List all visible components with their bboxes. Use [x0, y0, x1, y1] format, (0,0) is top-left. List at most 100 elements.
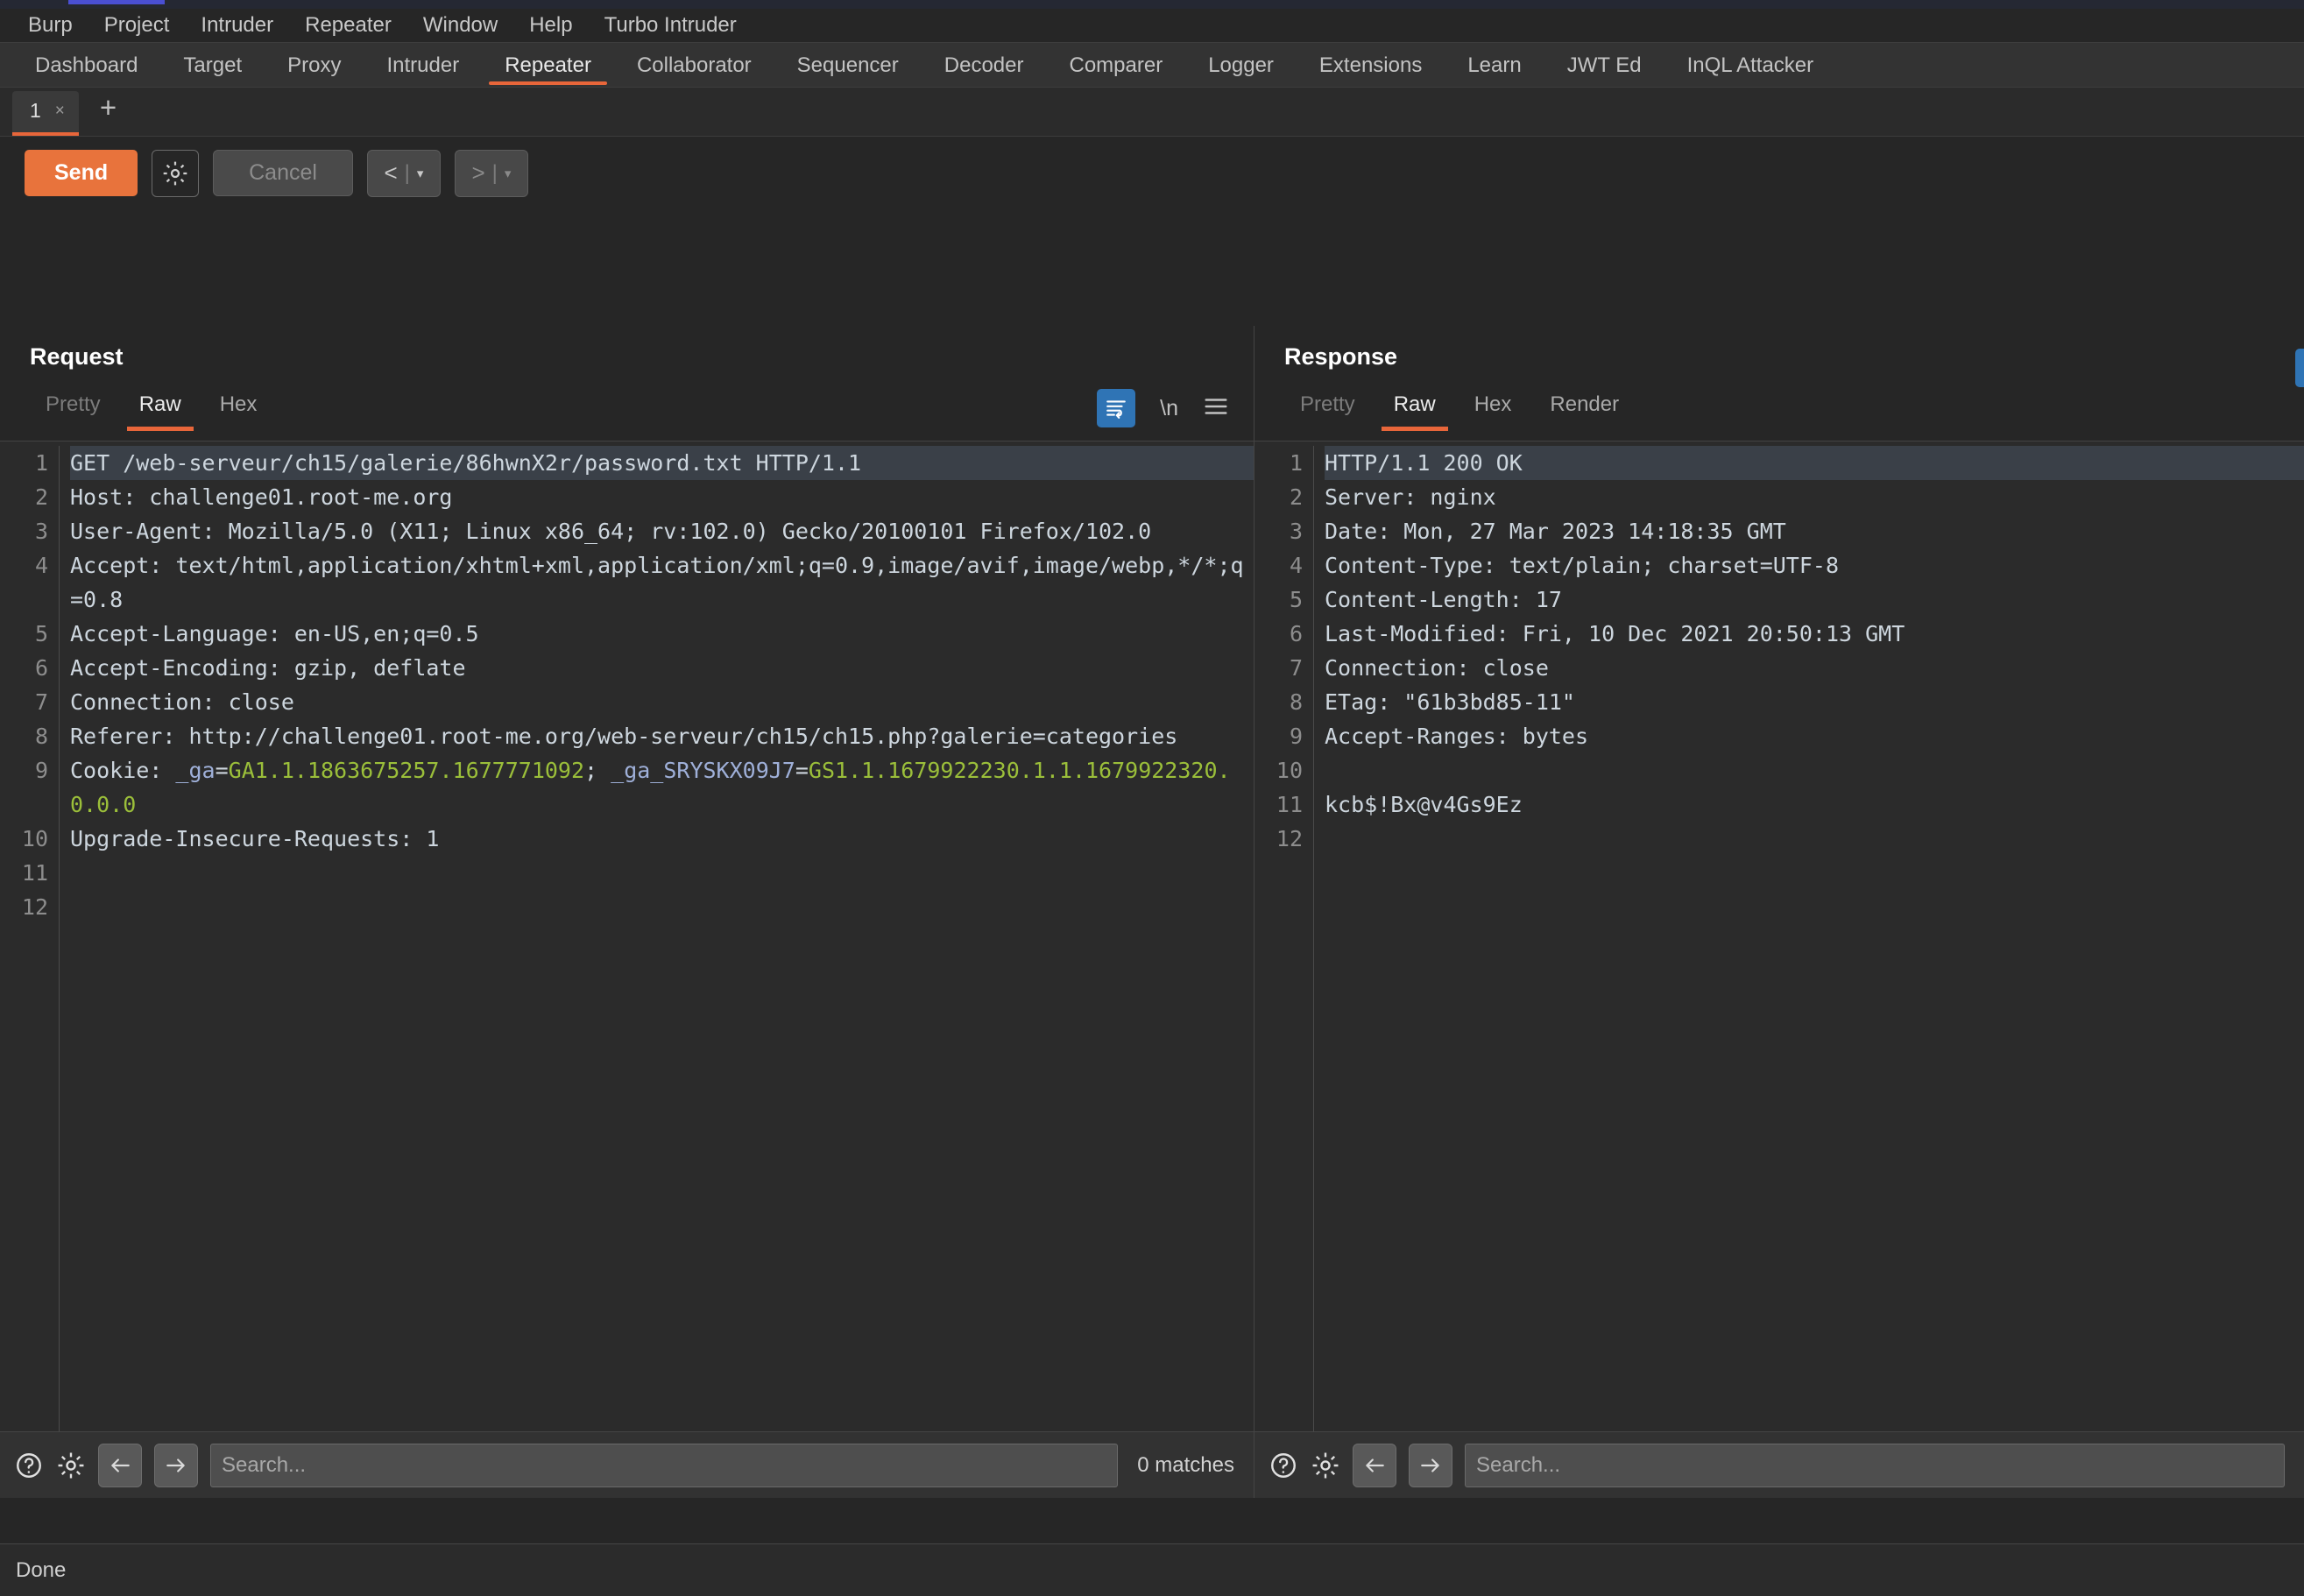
menu-item-repeater[interactable]: Repeater — [289, 11, 407, 39]
response-subtabs: Pretty Raw Hex Render — [1254, 387, 2304, 441]
help-icon[interactable] — [1269, 1451, 1298, 1480]
main-tab-bar: Dashboard Target Proxy Intruder Repeater Coll… — [0, 42, 2304, 87]
request-code[interactable]: GET /web-serveur/ch15/galerie/86hwnX2r/p… — [60, 446, 1254, 1431]
response-code[interactable]: HTTP/1.1 200 OK Server: nginx Date: Mon, 2… — [1314, 446, 2304, 1431]
close-icon[interactable]: × — [55, 102, 65, 121]
response-subtab-pretty[interactable]: Pretty — [1281, 387, 1375, 431]
request-subtab-pretty[interactable]: Pretty — [26, 387, 120, 431]
response-line-number: 5 — [1289, 587, 1303, 612]
forward-button[interactable]: > | ▾ — [454, 149, 528, 197]
menu-item-turbo-intruder[interactable]: Turbo Intruder — [589, 11, 753, 39]
request-subtab-raw[interactable]: Raw — [120, 387, 201, 431]
menu-item-help[interactable]: Help — [513, 11, 588, 39]
request-code-line: Accept-Encoding: gzip, deflate — [70, 655, 466, 681]
tab-repeater[interactable]: Repeater — [482, 43, 614, 87]
response-line-number: 11 — [1276, 792, 1303, 817]
response-code-line: ETag: "61b3bd85-11" — [1325, 689, 1575, 715]
tab-extensions[interactable]: Extensions — [1297, 43, 1445, 87]
menu-item-burp[interactable]: Burp — [12, 11, 88, 39]
tab-target[interactable]: Target — [160, 43, 265, 87]
request-search-bar: 0 matches — [0, 1431, 1254, 1498]
tab-sequencer[interactable]: Sequencer — [774, 43, 922, 87]
request-cookie-token: GA1.1.1863675257.1677771092 — [228, 758, 585, 783]
request-code-line: User-Agent: Mozilla/5.0 (X11; Linux x86_… — [70, 519, 1152, 544]
menu-item-project[interactable]: Project — [88, 11, 186, 39]
newline-toggle-icon[interactable]: \n — [1160, 396, 1178, 421]
request-code-line: Upgrade-Insecure-Requests: 1 — [70, 826, 440, 851]
help-icon[interactable] — [14, 1451, 44, 1480]
response-code-line: HTTP/1.1 200 OK — [1325, 446, 2304, 480]
tab-inql-attacker[interactable]: InQL Attacker — [1664, 43, 1837, 87]
window-title-strip — [0, 0, 2304, 9]
search-next-button[interactable] — [154, 1443, 198, 1487]
response-line-number: 10 — [1276, 758, 1303, 783]
search-next-button[interactable] — [1409, 1443, 1452, 1487]
response-search-input[interactable] — [1465, 1443, 2285, 1487]
word-wrap-icon[interactable] — [1097, 389, 1136, 427]
search-prev-button[interactable] — [1353, 1443, 1396, 1487]
window-accent-nub — [68, 0, 165, 4]
request-line-number: 9 — [34, 758, 48, 783]
menu-item-intruder[interactable]: Intruder — [185, 11, 289, 39]
back-button[interactable]: < | ▾ — [366, 149, 441, 197]
tab-logger[interactable]: Logger — [1185, 43, 1297, 87]
menu-bar: Burp Project Intruder Repeater Window Help Tur… — [0, 9, 2304, 42]
request-pane: Request Pretty Raw Hex \n 1 2 3 4 5 6 7 … — [0, 326, 1254, 1498]
add-tab-button[interactable]: + — [79, 91, 134, 122]
request-code-line: GET /web-serveur/ch15/galerie/86hwnX2r/p… — [70, 446, 1254, 480]
gear-icon[interactable] — [56, 1451, 86, 1480]
request-line-number: 1 — [34, 450, 48, 476]
menu-item-window[interactable]: Window — [407, 11, 513, 39]
response-word-wrap-icon[interactable] — [2295, 349, 2304, 387]
request-line-number: 2 — [34, 484, 48, 510]
request-code-line: Host: challenge01.root-me.org — [70, 484, 453, 510]
chevron-down-icon: ▾ — [416, 166, 424, 181]
tab-learn[interactable]: Learn — [1445, 43, 1544, 87]
request-title: Request — [30, 343, 124, 370]
response-line-number: 8 — [1289, 689, 1303, 715]
nav-separator: | — [404, 160, 410, 185]
tab-decoder[interactable]: Decoder — [922, 43, 1047, 87]
request-view-tools: \n — [1097, 389, 1229, 427]
tab-intruder[interactable]: Intruder — [364, 43, 482, 87]
request-cookie-token: = — [795, 758, 809, 783]
response-code-line: Content-Type: text/plain; charset=UTF-8 — [1325, 553, 1839, 578]
response-editor[interactable]: 1 2 3 4 5 6 7 8 9 10 11 12 HTTP/1.1 200 OK Server: n… — [1254, 441, 2304, 1431]
request-cookie-token: Cookie: — [70, 758, 176, 783]
response-subtab-render[interactable]: Render — [1530, 387, 1638, 431]
request-line-number: 10 — [21, 826, 48, 851]
repeater-tab-label: 1 — [30, 99, 41, 122]
gear-icon[interactable] — [152, 149, 200, 197]
hamburger-menu-icon[interactable] — [1203, 395, 1229, 422]
burp-suite-window: Burp Project Intruder Repeater Window Help Tur… — [0, 0, 2304, 1596]
response-code-line — [1325, 822, 2304, 856]
request-editor[interactable]: 1 2 3 4 5 6 7 8 9 10 11 12 GET /web-serveur/ch15/ga… — [0, 441, 1254, 1431]
request-code-line: Accept-Language: en-US,en;q=0.5 — [70, 621, 479, 646]
response-subtab-hex[interactable]: Hex — [1455, 387, 1531, 431]
cancel-button[interactable]: Cancel — [213, 150, 353, 196]
forward-chevron-icon: > — [471, 159, 485, 186]
request-search-input[interactable] — [210, 1443, 1119, 1487]
gear-icon[interactable] — [1311, 1451, 1340, 1480]
response-code-line: Connection: close — [1325, 655, 1549, 681]
response-subtab-raw[interactable]: Raw — [1375, 387, 1455, 431]
tab-proxy[interactable]: Proxy — [265, 43, 364, 87]
request-line-number: 11 — [21, 860, 48, 886]
request-line-number: 3 — [34, 519, 48, 544]
repeater-tab-1[interactable]: 1 × — [12, 91, 79, 136]
response-title: Response — [1284, 343, 1398, 370]
request-subtab-hex[interactable]: Hex — [201, 387, 277, 431]
request-subtabs: Pretty Raw Hex \n — [0, 387, 1254, 441]
request-code-line: Accept: text/html,application/xhtml+xml,… — [70, 553, 1244, 612]
tab-comparer[interactable]: Comparer — [1046, 43, 1185, 87]
response-line-number: 7 — [1289, 655, 1303, 681]
editor-panes: Request Pretty Raw Hex \n 1 2 3 4 5 6 7 … — [0, 326, 2304, 1498]
tab-dashboard[interactable]: Dashboard — [12, 43, 160, 87]
send-button[interactable]: Send — [25, 150, 138, 196]
tab-jwt-ed[interactable]: JWT Ed — [1544, 43, 1664, 87]
search-prev-button[interactable] — [98, 1443, 142, 1487]
response-code-line: Accept-Ranges: bytes — [1325, 724, 1589, 749]
tab-collaborator[interactable]: Collaborator — [614, 43, 774, 87]
status-text: Done — [16, 1557, 67, 1582]
response-line-number: 2 — [1289, 484, 1303, 510]
